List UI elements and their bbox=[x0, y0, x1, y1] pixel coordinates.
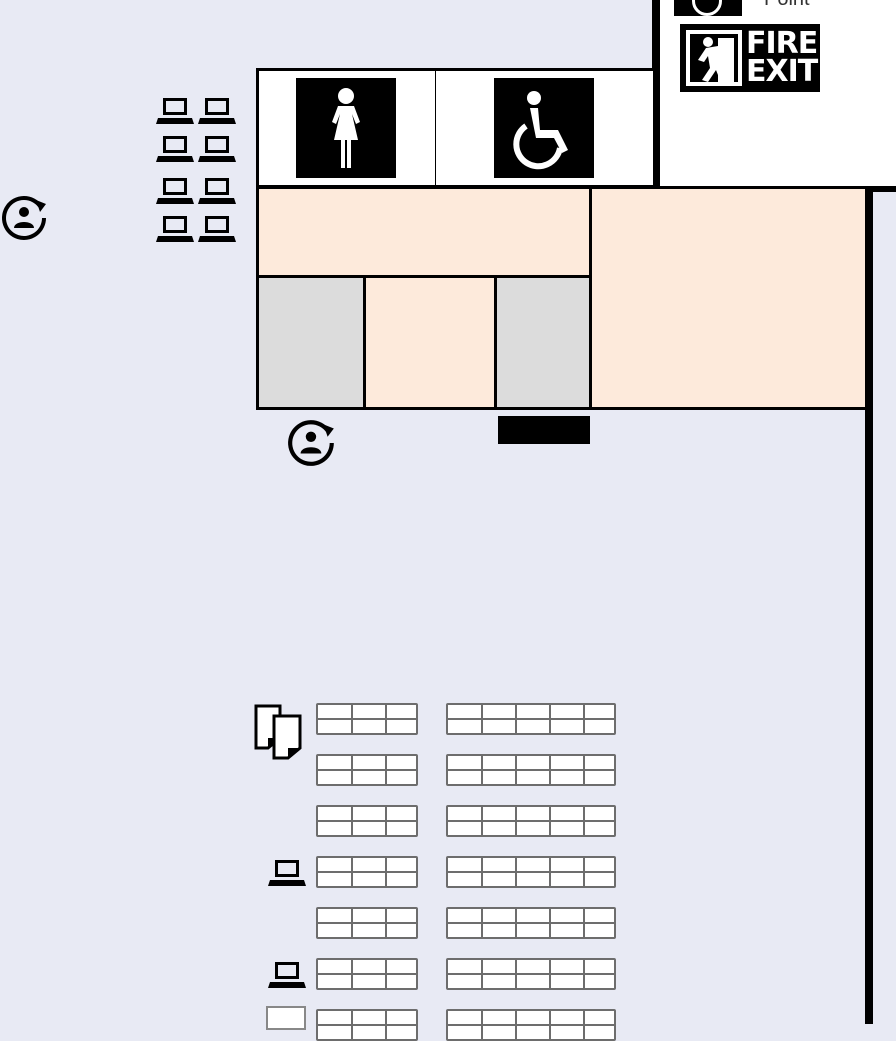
laptop-icon bbox=[156, 134, 194, 164]
shelf-unit bbox=[316, 805, 418, 837]
shelf-unit bbox=[446, 703, 616, 735]
shelf-unit bbox=[316, 958, 418, 990]
room-middle bbox=[363, 275, 497, 410]
female-toilet-icon bbox=[296, 78, 396, 178]
shelf-unit bbox=[316, 703, 418, 735]
shelf-unit bbox=[446, 907, 616, 939]
fire-exit-label-2: EXIT bbox=[746, 54, 818, 89]
shelf-unit bbox=[446, 1009, 616, 1041]
shelf-unit bbox=[316, 907, 418, 939]
laptop-icon bbox=[198, 96, 236, 126]
laptop-icon bbox=[156, 214, 194, 244]
assembly-point-label: Point bbox=[764, 0, 810, 11]
shelf-unit bbox=[316, 1009, 418, 1041]
laptop-icon bbox=[198, 214, 236, 244]
help-point-icon[interactable] bbox=[286, 416, 338, 468]
laptop-icon bbox=[156, 96, 194, 126]
laptop-icon bbox=[198, 176, 236, 206]
laptop-icon bbox=[268, 960, 306, 990]
printer-copier-icon bbox=[254, 704, 304, 760]
shelf-unit bbox=[446, 805, 616, 837]
shelf-unit bbox=[316, 754, 418, 786]
room-right-large bbox=[589, 186, 871, 410]
laptop-icon bbox=[198, 134, 236, 164]
shelf-unit bbox=[316, 856, 418, 888]
laptop-icon bbox=[268, 858, 306, 888]
shelf-unit bbox=[446, 856, 616, 888]
partial-item-bottom bbox=[266, 1006, 306, 1030]
service-room-left bbox=[256, 275, 366, 410]
outer-wall-right bbox=[865, 186, 873, 1024]
room-upper-left bbox=[256, 186, 592, 278]
accessible-toilet-icon bbox=[494, 78, 594, 178]
help-point-icon[interactable] bbox=[0, 192, 50, 242]
shelf-unit bbox=[446, 958, 616, 990]
fire-exit-icon: FIRE EXIT bbox=[680, 24, 820, 92]
laptop-icon bbox=[156, 176, 194, 206]
service-room-right bbox=[494, 275, 592, 410]
assembly-point-sign-icon bbox=[674, 0, 742, 16]
shelf-unit bbox=[446, 754, 616, 786]
door-block bbox=[498, 416, 590, 444]
